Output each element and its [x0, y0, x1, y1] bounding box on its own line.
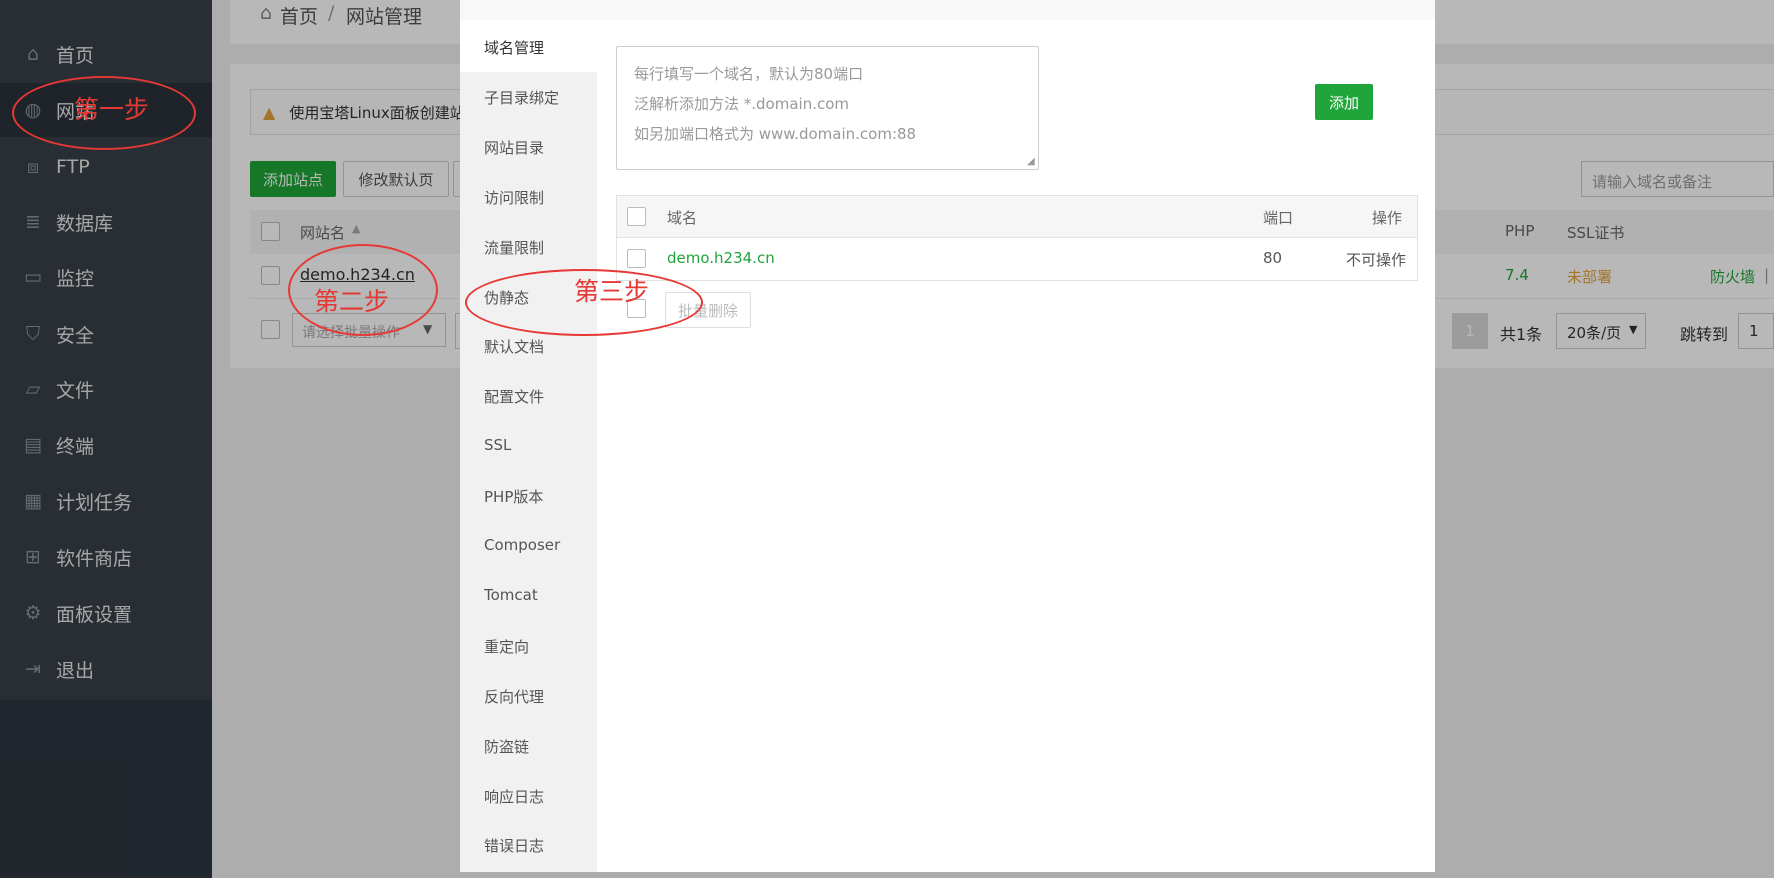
domain-action-status: 不可操作: [1346, 251, 1407, 269]
domain-select-all-checkbox[interactable]: [627, 207, 646, 226]
add-domain-button[interactable]: 添加: [1315, 84, 1373, 120]
domain-textarea[interactable]: 每行填写一个域名，默认为80端口 泛解析添加方法 *.domain.com 如另…: [616, 46, 1039, 170]
resize-handle-icon[interactable]: ◢: [1027, 157, 1035, 167]
modal-nav-item-8[interactable]: SSL: [484, 436, 511, 454]
modal-nav-item-11[interactable]: Tomcat: [484, 586, 538, 604]
step3-annotation: 第三步: [574, 277, 650, 306]
modal-nav-item-9[interactable]: PHP版本: [484, 486, 543, 507]
modal-nav-item-7[interactable]: 配置文件: [484, 386, 544, 407]
domain-header: 域名: [667, 209, 698, 227]
domain-link[interactable]: demo.h234.cn: [667, 249, 775, 267]
modal-nav-item-6[interactable]: 默认文档: [484, 336, 544, 357]
modal-nav-item-16[interactable]: 错误日志: [484, 835, 544, 856]
modal-nav-item-10[interactable]: Composer: [484, 536, 560, 554]
modal-nav-item-13[interactable]: 反向代理: [484, 686, 544, 707]
modal-nav-item-15[interactable]: 响应日志: [484, 786, 544, 807]
textarea-hint-1: 每行填写一个域名，默认为80端口: [634, 65, 864, 83]
modal-nav-item-0[interactable]: 域名管理: [484, 37, 544, 58]
modal-nav-item-1[interactable]: 子目录绑定: [484, 87, 559, 108]
modal-nav-item-3[interactable]: 访问限制: [484, 187, 544, 208]
modal-nav-item-2[interactable]: 网站目录: [484, 137, 544, 158]
textarea-hint-3: 如另加端口格式为 www.domain.com:88: [634, 125, 917, 143]
domain-table: 域名 端口 操作 demo.h234.cn 80 不可操作: [616, 195, 1418, 281]
domain-port: 80: [1263, 249, 1283, 267]
modal-nav-item-14[interactable]: 防盗链: [484, 736, 529, 757]
domain-table-header: [617, 196, 1417, 238]
port-header: 端口: [1263, 209, 1294, 227]
action-header: 操作: [1372, 209, 1403, 227]
modal-nav-item-12[interactable]: 重定向: [484, 636, 529, 657]
step2-annotation: 第二步: [314, 287, 390, 316]
domain-row-checkbox[interactable]: [627, 249, 646, 268]
textarea-hint-2: 泛解析添加方法 *.domain.com: [634, 95, 850, 113]
modal-nav-item-4[interactable]: 流量限制: [484, 237, 544, 258]
step1-annotation: 第一步: [74, 95, 150, 124]
modal-title-bar: [460, 0, 1435, 20]
